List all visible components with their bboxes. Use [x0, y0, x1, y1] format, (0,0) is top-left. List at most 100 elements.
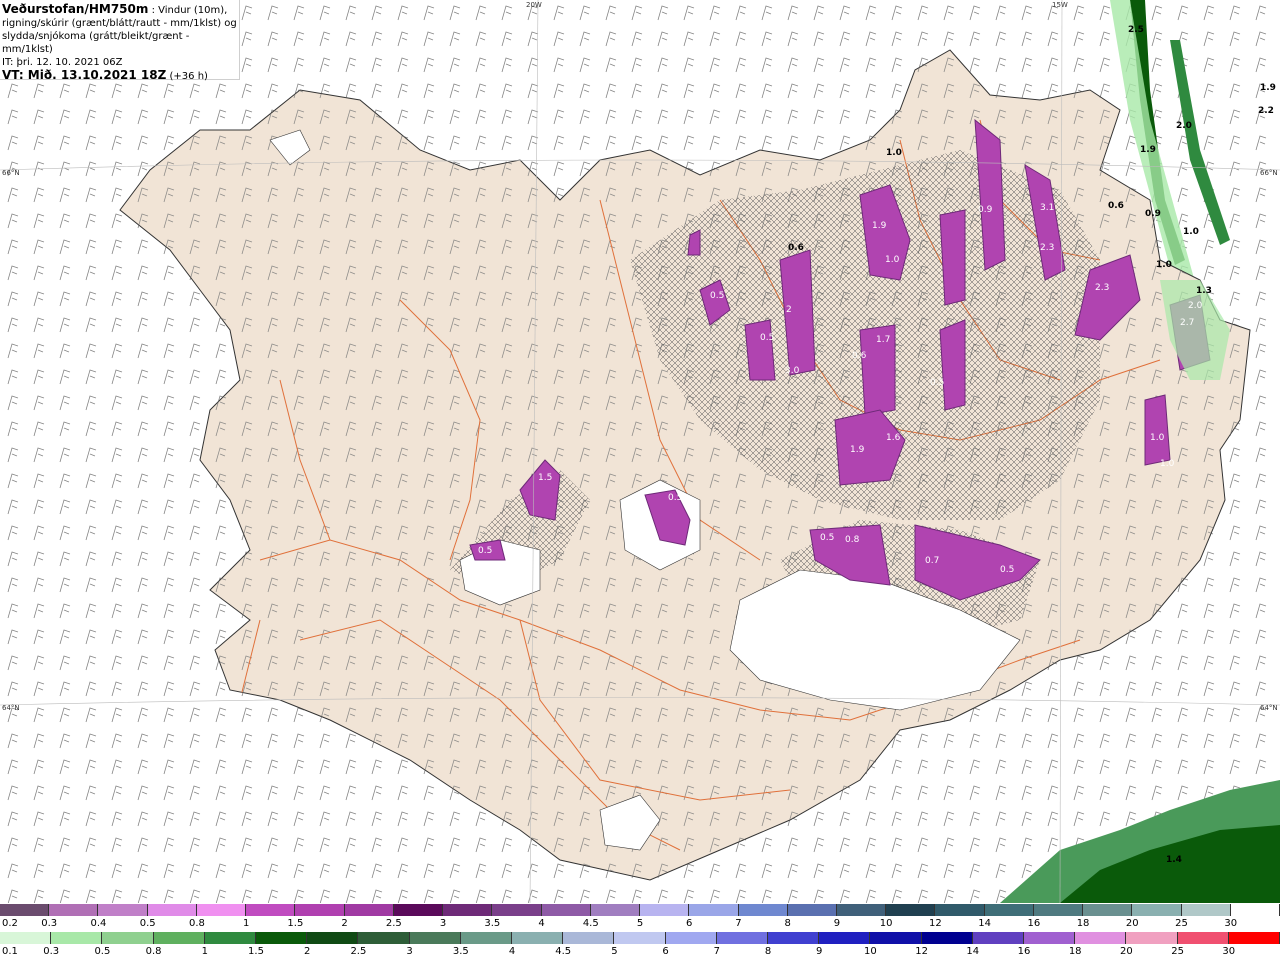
legend-label: 4 — [508, 946, 516, 957]
legend-label: 6 — [686, 918, 693, 929]
grid-label-66n-right: 66°N — [1260, 169, 1278, 177]
legend-swatch — [49, 904, 99, 916]
valid-time-bold: VT: Mið. 13.10.2021 18Z — [2, 68, 167, 82]
legend-swatch — [541, 904, 591, 916]
legend-label: 10 — [879, 918, 893, 929]
grid-label-15w: 15W — [1052, 1, 1068, 9]
value-label: 1.4 — [1166, 855, 1182, 865]
legend-swatch — [147, 904, 197, 916]
value-label: 1.5 — [538, 473, 552, 483]
legend-label: 0.5 — [94, 946, 111, 957]
legend-label: 0.2 — [2, 918, 18, 929]
value-label: 0.5 — [668, 493, 682, 503]
legend-label: 2 — [341, 918, 348, 929]
legend-swatch — [590, 904, 641, 916]
legend-label: 3.5 — [484, 918, 501, 929]
legend-label: 5 — [611, 946, 618, 957]
title-valid-time: VT: Mið. 13.10.2021 18Z (+36 h) — [2, 69, 239, 83]
legend-swatch — [443, 904, 493, 916]
legend-swatch — [409, 932, 461, 944]
legend-swatch — [1177, 932, 1229, 944]
legend-swatch — [512, 932, 564, 944]
legend-label: 2.5 — [350, 946, 367, 957]
value-label: 1.9 — [872, 221, 887, 231]
legend-label: 12 — [929, 918, 942, 929]
value-label: 1.0 — [1150, 433, 1165, 443]
legend-swatch — [492, 904, 542, 916]
value-label: 1.0 — [1160, 459, 1175, 469]
value-label: 1.6 — [886, 433, 901, 443]
legend-label: 20 — [1120, 946, 1133, 957]
grid-label-20w: 20W — [526, 1, 542, 9]
value-label: 0.7 — [925, 556, 939, 566]
legend-label: 30 — [1224, 918, 1238, 929]
legend-label: 30 — [1222, 946, 1236, 957]
value-label: 0.5 — [1000, 565, 1014, 575]
legend-label: 7 — [713, 946, 720, 957]
legend-label: 25 — [1175, 918, 1188, 929]
legend-swatch — [819, 932, 871, 944]
legend-swatch — [393, 904, 444, 916]
legend-swatch — [886, 904, 936, 916]
legend-label: 1.5 — [248, 946, 264, 957]
snow-legend-labels: 0.2 0.3 0.4 0.5 0.8 1 1.5 2 2.5 3 3.5 4 4.5 5 6 7 8 9 10 12… — [0, 918, 1280, 930]
title-source: Veðurstofan/HM750m — [2, 2, 149, 16]
value-label: 2.2 — [1258, 106, 1274, 116]
legend-label: 4.5 — [555, 946, 572, 957]
legend-swatch — [1083, 904, 1133, 916]
legend-swatch — [204, 932, 257, 944]
legend-swatch — [246, 904, 296, 916]
value-label: 0.9 — [978, 205, 993, 215]
value-label: 1.9 — [1140, 145, 1156, 155]
legend-label: 0.4 — [90, 918, 107, 929]
legend-swatch — [0, 932, 52, 944]
legend-swatch — [563, 932, 615, 944]
legend-label: 1 — [242, 918, 250, 929]
value-label: 3.1 — [1040, 203, 1054, 213]
legend-label: 20 — [1125, 918, 1139, 929]
legend-swatch — [1024, 932, 1076, 944]
legend-swatch — [1033, 904, 1084, 916]
legend-swatch — [1132, 904, 1182, 916]
legend-swatch — [1230, 904, 1280, 916]
legend-swatch — [689, 904, 739, 916]
weather-map: 20W 15W 66°N 66°N 64°N 64°N 0.5 1.5 0.5 … — [0, 0, 1280, 903]
legend-swatch — [295, 904, 345, 916]
legend-swatch — [921, 932, 973, 944]
value-label: 2.0 — [1176, 121, 1192, 131]
legend-label: 7 — [735, 918, 742, 929]
legend-swatch — [836, 904, 887, 916]
legend-label: 10 — [864, 946, 877, 957]
value-label: 3.0 — [785, 366, 800, 376]
legend-label: 18 — [1068, 946, 1082, 957]
map-title-box: Veðurstofan/HM750m : Vindur (10m), rigni… — [0, 0, 240, 83]
legend-swatch — [665, 932, 717, 944]
legend-label: 16 — [1027, 918, 1041, 929]
grid-label-64n-left: 64°N — [2, 704, 20, 712]
legend-label: 1.5 — [287, 918, 304, 929]
legend-label: 4.5 — [582, 918, 599, 929]
legend-swatch — [460, 932, 513, 944]
legend-swatch — [256, 932, 308, 944]
value-label: 0.5 — [478, 546, 492, 556]
legend-swatch — [1228, 932, 1280, 944]
value-label: 1.0 — [1183, 227, 1199, 237]
value-label: 2.5 — [1128, 25, 1144, 35]
title-line-1: Veðurstofan/HM750m : Vindur (10m), — [2, 3, 239, 17]
value-label: 1.0 — [1156, 260, 1172, 270]
legend-swatch — [153, 932, 205, 944]
value-label: 1.9 — [1260, 83, 1276, 93]
legend-label: 2 — [304, 946, 311, 957]
legend-swatch — [870, 932, 922, 944]
legend-label: 18 — [1076, 918, 1090, 929]
value-label: 0.5 — [820, 533, 834, 543]
legend-label: 3.5 — [452, 946, 469, 957]
legend-label: 4 — [538, 918, 545, 929]
value-label: 0.9 — [1145, 209, 1161, 219]
rain-legend-bar — [0, 932, 1280, 944]
value-label: 0.6 — [788, 243, 804, 253]
legend-swatch — [640, 904, 690, 916]
legend-label: 0.3 — [41, 918, 58, 929]
value-label: 1.0 — [886, 148, 902, 158]
legend-swatch — [0, 904, 50, 916]
